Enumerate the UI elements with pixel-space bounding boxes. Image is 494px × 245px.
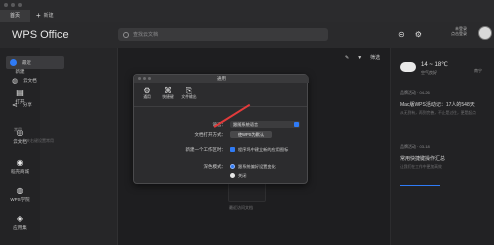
window-controls[interactable] — [4, 3, 22, 7]
workspace-option-label: 程序坞中建立新的应用图标 — [238, 147, 289, 152]
tab-shortcuts-label: 快捷键 — [162, 95, 174, 99]
language-value: 跟随系统语言 — [233, 122, 259, 127]
tab-new[interactable]: + 新建 — [36, 10, 54, 22]
login-line2: 点击登录 — [451, 31, 467, 36]
top-icons: ⊝ ⚙ — [398, 30, 422, 39]
workspace-checkbox[interactable] — [230, 147, 235, 152]
dark-mode-off-radio[interactable] — [230, 173, 235, 178]
login-text[interactable]: 未登录 点击登录 — [451, 26, 467, 36]
sidepanel-item-share[interactable]: ⋖ 分享 — [12, 101, 32, 109]
search-input[interactable]: 查找云文档 — [118, 28, 328, 41]
clock-icon — [10, 59, 17, 66]
sidepanel-group-title: 常用 — [14, 127, 22, 132]
tab-general[interactable]: ⚙ 通用 — [138, 86, 156, 100]
top-bar: WPS Office 查找云文档 ⊝ ⚙ 未登录 点击登录 — [0, 22, 494, 48]
news-indicator — [400, 185, 440, 186]
dark-mode-follow-label: 跟系统偏好设置变化 — [238, 164, 276, 169]
workspace-label: 新建一个工作区时： — [185, 147, 227, 152]
cloud-icon: ◍ — [12, 78, 19, 85]
nav-store-label: 稻壳商城 — [11, 169, 29, 174]
chevron-down-icon — [294, 122, 299, 127]
nav-new-label: 新建 — [15, 69, 25, 74]
app-icon: ◈ — [16, 214, 24, 223]
search-placeholder: 查找云文档 — [133, 32, 159, 38]
language-select[interactable]: 跟随系统语言 — [230, 121, 300, 128]
gear-icon[interactable]: ⚙ — [415, 30, 422, 39]
nav-academy[interactable]: ◍ WPS学院 — [0, 186, 40, 203]
mail-icon: ◉ — [16, 158, 24, 167]
empty-label: 最近访问文档 — [229, 205, 253, 210]
nav-store[interactable]: ◉ 稻壳商城 — [0, 158, 40, 175]
tab-new-label: 新建 — [43, 13, 54, 19]
weather-air-quality: 空气良好 — [421, 70, 437, 75]
side-panel — [40, 48, 118, 245]
news-body: 让我们在工作中更加高效 — [400, 165, 442, 169]
main-toolbar: ✎ ▼ 筛选 — [345, 54, 380, 62]
filter-icon[interactable]: ▼ — [357, 55, 362, 61]
dialog-divider — [134, 106, 307, 107]
news-date: 品牌活动 · 03-18 — [400, 144, 430, 149]
news-body: 从无到有，再到完善，不止是过往，更是起点 — [400, 111, 476, 115]
pin-icon[interactable]: ✎ — [345, 55, 349, 61]
skin-icon[interactable]: ⊝ — [398, 30, 405, 39]
news-title[interactable]: 常用快捷键操作汇总 — [400, 155, 445, 162]
dark-mode-follow-radio[interactable] — [230, 164, 235, 169]
weather-cloud-icon — [400, 62, 416, 72]
news-title[interactable]: Mac版WPS活动记：17人的548天 — [400, 101, 475, 108]
sidepanel-group-hint: 在文件夹右键设置常用 — [14, 138, 54, 143]
default-open-label: 文档打开方式： — [194, 132, 227, 137]
news-date: 品牌活动 · 04-26 — [400, 90, 430, 95]
tab-home[interactable]: 首页 — [0, 10, 30, 22]
set-default-button[interactable]: 使WPS为默认 — [230, 131, 272, 138]
dialog-tabs: ⚙ 通用 ⌘ 快捷键 ⎘ 文件输出 — [138, 86, 198, 100]
sidepanel-item-label: 分享 — [22, 102, 32, 107]
share-icon: ⋖ — [12, 102, 18, 109]
sidepanel-item-label: 云文档 — [23, 78, 37, 83]
wps-icon: ◍ — [16, 186, 24, 195]
gear-icon: ⚙ — [143, 86, 151, 95]
weather-city[interactable]: 南宁 — [474, 68, 482, 74]
avatar[interactable] — [478, 26, 492, 40]
command-icon: ⌘ — [164, 86, 172, 95]
folder-icon: ▤ — [16, 88, 24, 97]
dialog-window-controls[interactable] — [138, 77, 151, 80]
sidepanel-item-recent[interactable]: 最近 — [6, 56, 64, 69]
plus-icon: + — [36, 11, 41, 20]
dark-mode-off-label: 关闭 — [238, 173, 247, 178]
dialog-title: 通用 — [134, 75, 309, 83]
nav-apps-label: 应用集 — [13, 225, 27, 230]
filter-label[interactable]: 筛选 — [370, 54, 380, 61]
nav-apps[interactable]: ◈ 应用集 — [0, 214, 40, 231]
app-brand: WPS Office — [12, 29, 69, 41]
sidepanel-item-cloud[interactable]: ◍ 云文档 — [12, 77, 37, 85]
sidepanel-item-label: 最近 — [22, 59, 31, 65]
weather-temp: 14 ~ 18℃ — [421, 62, 448, 68]
tab-export[interactable]: ⎘ 文件输出 — [180, 86, 198, 100]
tab-general-label: 通用 — [143, 95, 151, 99]
title-bar: 首页 + 新建 — [0, 0, 494, 22]
tab-shortcuts[interactable]: ⌘ 快捷键 — [159, 86, 177, 100]
export-icon: ⎘ — [185, 86, 193, 95]
preferences-dialog: 通用 ⚙ 通用 ⌘ 快捷键 ⎘ 文件输出 语言： 跟随系统语言 文档打开方式： … — [133, 74, 309, 184]
search-icon — [123, 31, 129, 38]
nav-academy-label: WPS学院 — [10, 197, 30, 202]
empty-illustration — [228, 182, 266, 202]
dark-mode-label: 深色模式： — [203, 164, 227, 169]
tab-export-label: 文件输出 — [181, 95, 197, 99]
